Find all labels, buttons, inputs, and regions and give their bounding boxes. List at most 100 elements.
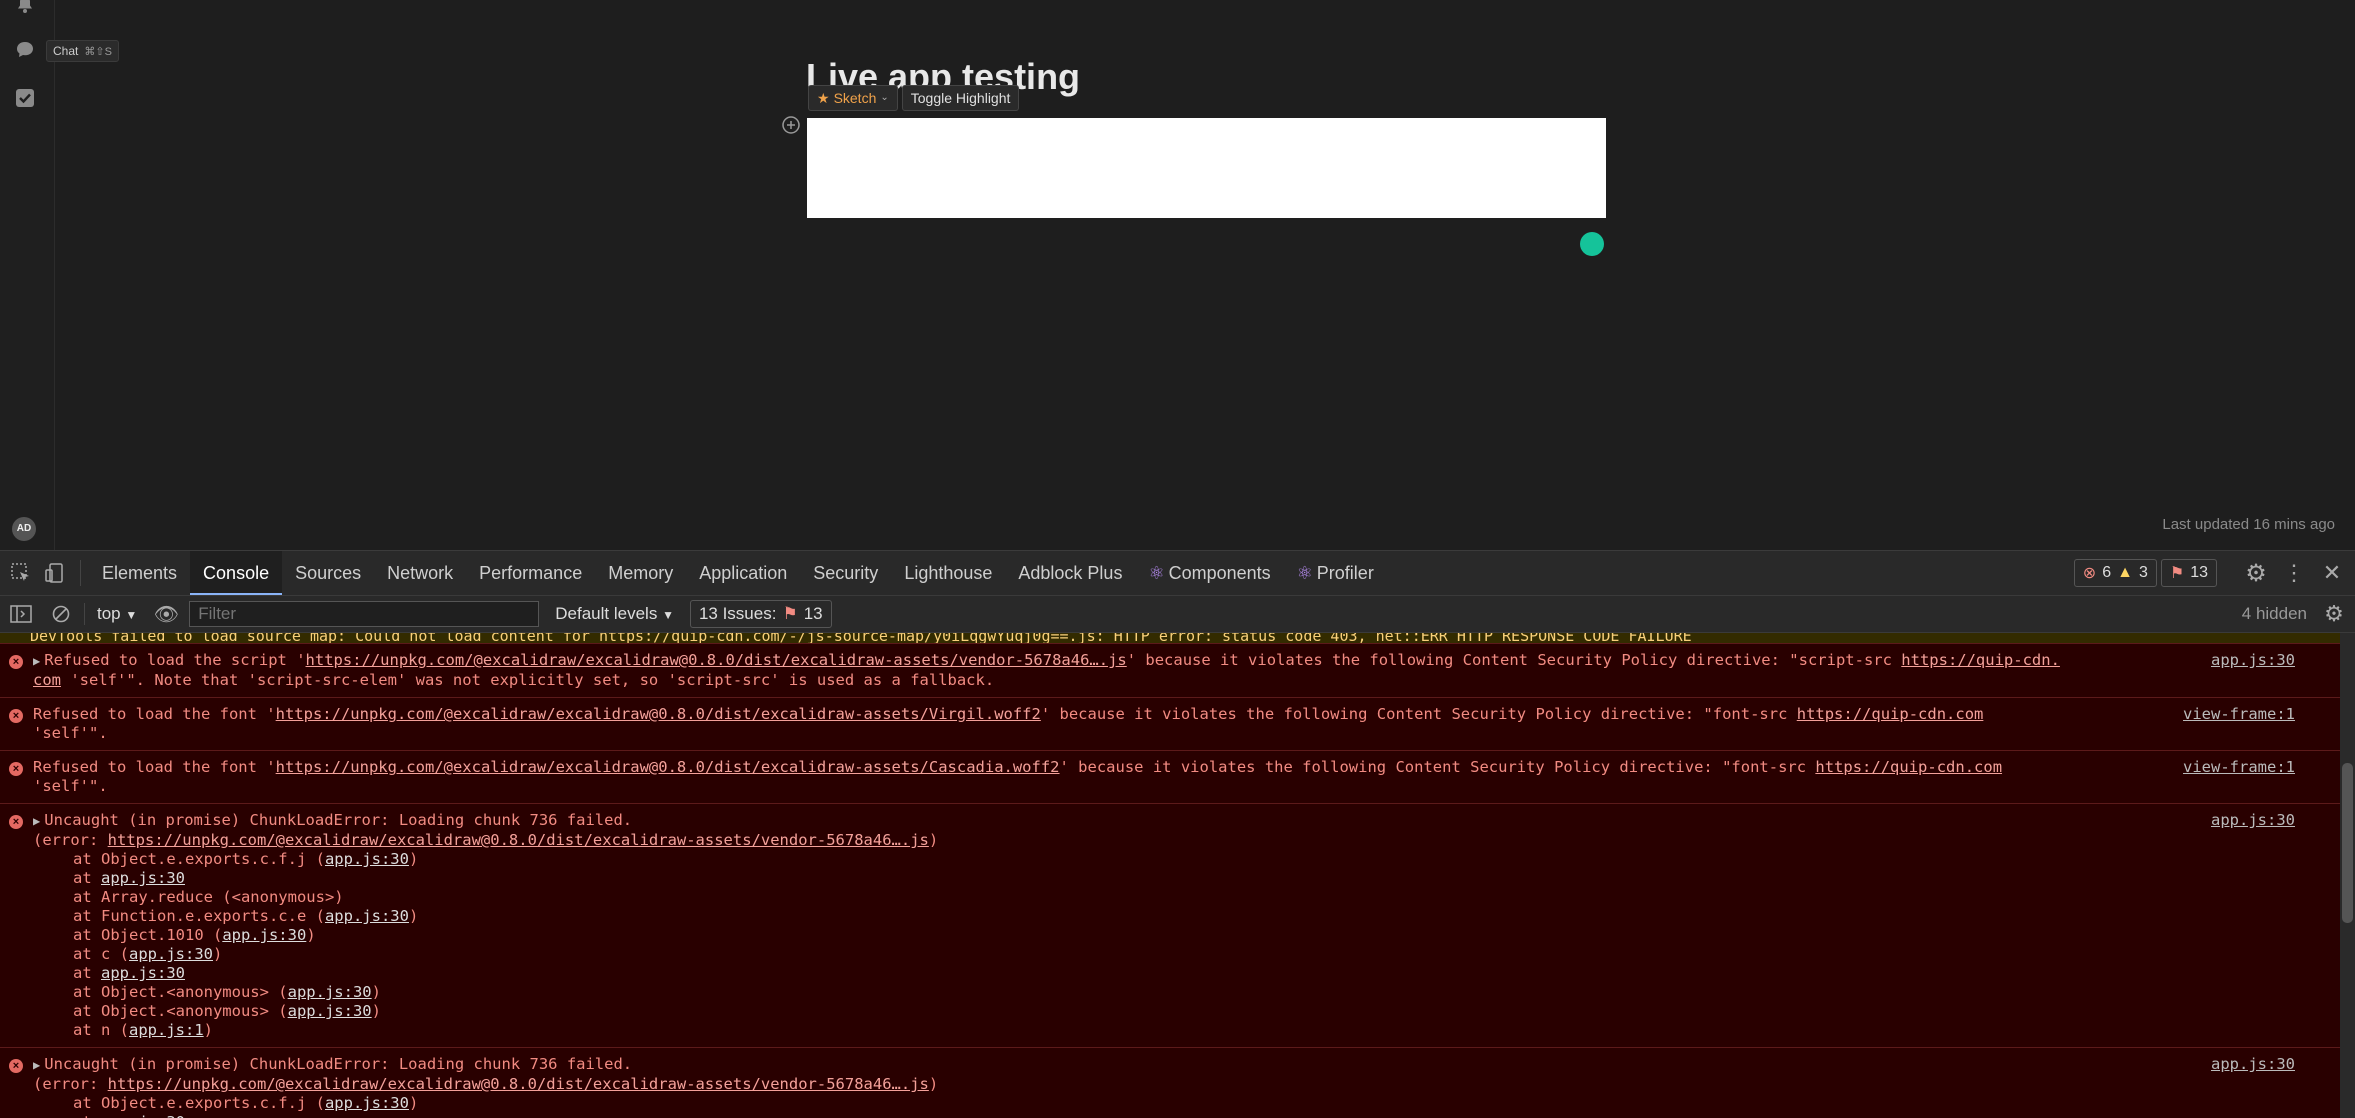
tab-label: Sources <box>295 563 362 583</box>
url-link[interactable]: com <box>33 671 61 689</box>
url-link[interactable]: https://unpkg.com/@excalidraw/excalidraw… <box>108 1075 929 1093</box>
console-scrollbar[interactable] <box>2340 633 2355 1118</box>
frame-source-link[interactable]: app.js:30 <box>325 1094 409 1112</box>
source-link[interactable]: app.js:30 <box>2211 651 2295 670</box>
sketch-toolbar: ★ Sketch ⌄ Toggle Highlight <box>808 85 1020 111</box>
message-line: 'self'". <box>33 777 2193 796</box>
bell-icon[interactable] <box>14 0 36 16</box>
console-log[interactable]: DevTools failed to load source map: Coul… <box>0 633 2340 1118</box>
eye-icon[interactable]: 👁 <box>149 597 183 631</box>
message-text: 'self'". Note that 'script-src-elem' was… <box>61 671 995 689</box>
url-link[interactable]: https://quip-cdn.com <box>1797 705 1984 723</box>
tab-label: Memory <box>608 563 674 583</box>
sketch-button[interactable]: ★ Sketch ⌄ <box>808 85 898 111</box>
console-error-entry[interactable]: × app.js:30 ▶ Uncaught (in promise) ChunkLo… <box>0 1047 2340 1118</box>
console-error-entry[interactable]: × app.js:30 ▶ Refused to load the script 'h… <box>0 643 2340 697</box>
chat-icon[interactable] <box>14 39 36 61</box>
tab-memory[interactable]: Memory <box>595 551 686 595</box>
chat-tooltip: Chat ⌘⇧S <box>46 40 119 62</box>
more-menu-icon[interactable]: ⋮ <box>2277 556 2311 590</box>
add-circle-icon[interactable] <box>780 114 802 136</box>
frame-source-link[interactable]: app.js:30 <box>325 850 409 868</box>
message-line: ▶ Uncaught (in promise) ChunkLoadError: L… <box>33 1055 2193 1075</box>
clear-console-icon[interactable] <box>44 597 78 631</box>
message-line: Refused to load the font 'https://unpkg.… <box>33 705 2193 724</box>
message-line: (error: https://unpkg.com/@excalidraw/ex… <box>33 831 2193 850</box>
log-levels-select[interactable]: Default levels ▼ <box>545 604 684 624</box>
source-link[interactable]: view-frame:1 <box>2183 705 2295 724</box>
stack-frame: at Object.e.exports.c.f.j (app.js:30) <box>73 1094 2233 1113</box>
grammarly-icon[interactable] <box>1580 232 1604 256</box>
message-text: Uncaught (in promise) ChunkLoadError: Lo… <box>44 1055 633 1073</box>
error-warning-counter[interactable]: ⊗ 6 ▲ 3 <box>2073 559 2157 587</box>
source-link[interactable]: app.js:30 <box>2211 1055 2295 1074</box>
frame-source-link[interactable]: app.js:30 <box>288 1002 372 1020</box>
tab-application[interactable]: Application <box>686 551 800 595</box>
avatar[interactable]: AD <box>12 517 36 541</box>
message-text: (error: <box>33 1075 108 1093</box>
scroll-thumb[interactable] <box>2342 763 2353 923</box>
frame-text: ) <box>371 983 381 1001</box>
tab-console[interactable]: Console <box>190 551 283 595</box>
source-link[interactable]: view-frame:1 <box>2183 758 2295 777</box>
inspect-icon[interactable] <box>4 556 38 590</box>
console-toolbar: top ▼ 👁 Default levels ▼ 13 Issues: ⚑ 13… <box>0 596 2355 633</box>
frame-source-link[interactable]: app.js:30 <box>101 964 185 982</box>
gear-icon[interactable]: ⚙ <box>2239 556 2273 590</box>
issues-counter[interactable]: ⚑ 13 <box>2160 559 2217 587</box>
tab-profiler[interactable]: ⚛ Profiler <box>1284 551 1387 595</box>
frame-source-link[interactable]: app.js:30 <box>325 907 409 925</box>
filter-input[interactable] <box>189 601 540 627</box>
tab-lighthouse[interactable]: Lighthouse <box>891 551 1005 595</box>
frame-text: ) <box>213 945 223 963</box>
frame-source-link[interactable]: app.js:1 <box>129 1021 204 1039</box>
checkbox-icon[interactable] <box>14 87 36 109</box>
frame-source-link[interactable]: app.js:30 <box>101 869 185 887</box>
frame-source-link[interactable]: app.js:30 <box>288 983 372 1001</box>
frame-text: ) <box>408 1094 419 1112</box>
frame-text: ) <box>408 850 419 868</box>
tab-sources[interactable]: Sources <box>282 551 374 595</box>
devtools-tabs: Elements Console Sources Network Performance… <box>89 551 1387 595</box>
url-link[interactable]: https://unpkg.com/@excalidraw/excalidraw… <box>306 651 1127 669</box>
message-text: 'self'". <box>33 724 108 742</box>
url-link[interactable]: https://quip-cdn. <box>1901 651 2060 669</box>
console-settings-icon[interactable]: ⚙ <box>2317 597 2351 631</box>
frame-source-link[interactable]: app.js:30 <box>222 926 306 944</box>
context-select[interactable]: top ▼ <box>91 604 143 624</box>
tab-elements[interactable]: Elements <box>89 551 190 595</box>
embedded-canvas[interactable] <box>807 118 1606 218</box>
tab-security[interactable]: Security <box>800 551 891 595</box>
tab-adblock-plus[interactable]: Adblock Plus <box>1005 551 1135 595</box>
url-link[interactable]: https://unpkg.com/@excalidraw/excalidraw… <box>276 705 1041 723</box>
url-link[interactable]: https://quip-cdn.com <box>1815 758 2002 776</box>
context-label: top <box>97 604 121 623</box>
message-line: 'self'". <box>33 724 2193 743</box>
error-icon: × <box>9 1059 23 1073</box>
expand-arrow-icon[interactable]: ▶ <box>33 654 40 668</box>
console-error-entry[interactable]: × view-frame:1 Refused to load the font 'h… <box>0 750 2340 803</box>
expand-arrow-icon[interactable]: ▶ <box>33 1058 40 1072</box>
frame-source-link[interactable]: app.js:30 <box>101 1113 185 1118</box>
tab-performance[interactable]: Performance <box>466 551 595 595</box>
console-error-entry[interactable]: × view-frame:1 Refused to load the font 'h… <box>0 697 2340 750</box>
issue-count: 13 <box>2190 564 2208 581</box>
sidebar-toggle-icon[interactable] <box>4 597 38 631</box>
toggle-highlight-button[interactable]: Toggle Highlight <box>901 85 1020 111</box>
url-link[interactable]: https://unpkg.com/@excalidraw/excalidraw… <box>108 831 929 849</box>
tab-components[interactable]: ⚛ Components <box>1135 551 1283 595</box>
frame-source-link[interactable]: app.js:30 <box>129 945 213 963</box>
expand-arrow-icon[interactable]: ▶ <box>33 814 40 828</box>
devtools-right-controls: ⊗ 6 ▲ 3 ⚑ 13 ⚙ ⋮ ✕ <box>2073 551 2355 595</box>
error-count: 6 <box>2102 564 2112 581</box>
console-error-entry[interactable]: × app.js:30 ▶ Uncaught (in promise) ChunkLo… <box>0 803 2340 1047</box>
issues-button[interactable]: 13 Issues: ⚑ 13 <box>689 600 832 628</box>
frame-text: at <box>73 964 101 982</box>
device-toggle-icon[interactable] <box>38 556 72 590</box>
issues-count: 13 <box>803 604 823 623</box>
close-icon[interactable]: ✕ <box>2315 556 2349 590</box>
source-link[interactable]: app.js:30 <box>2211 811 2295 830</box>
stack-frame: at app.js:30 <box>73 964 2233 983</box>
tab-network[interactable]: Network <box>374 551 466 595</box>
url-link[interactable]: https://unpkg.com/@excalidraw/excalidraw… <box>276 758 1060 776</box>
